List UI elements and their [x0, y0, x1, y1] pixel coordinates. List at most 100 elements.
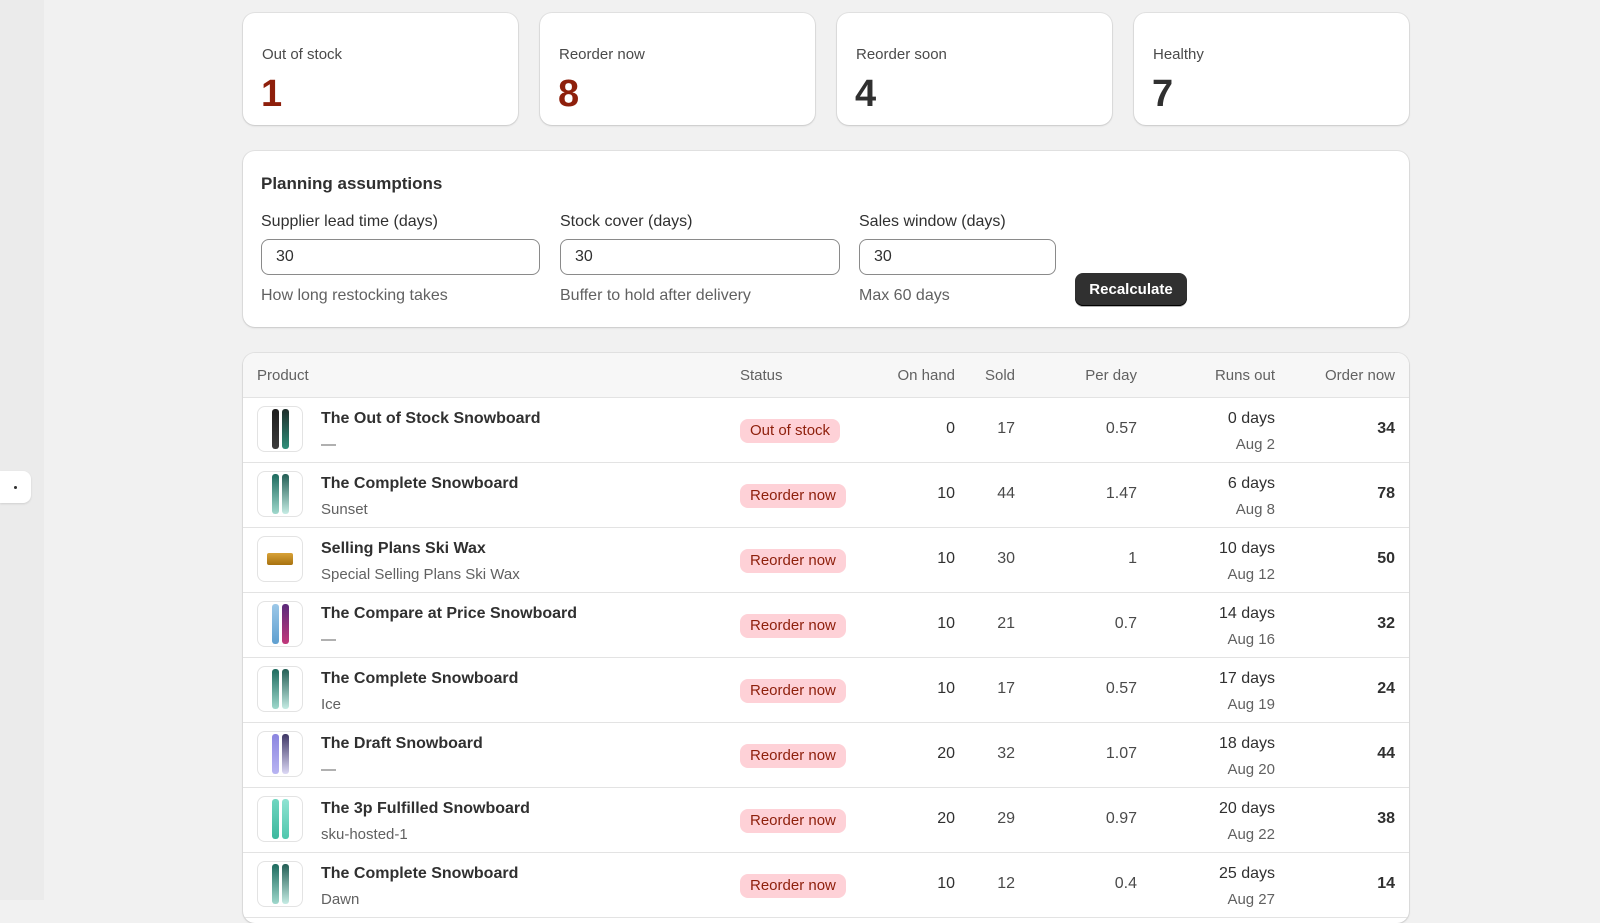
column-header-per-day[interactable]: Per day [1085, 367, 1137, 384]
stat-label: Out of stock [262, 46, 343, 63]
product-thumbnail[interactable] [257, 536, 303, 582]
product-variant: Ice [321, 696, 342, 713]
status-badge: Reorder now [740, 874, 846, 898]
product-name[interactable]: Selling Plans Ski Wax [321, 540, 486, 558]
product-thumbnail[interactable] [257, 796, 303, 842]
sold-value: 21 [997, 615, 1015, 632]
column-header-sold[interactable]: Sold [985, 367, 1015, 384]
product-name[interactable]: The Complete Snowboard [321, 670, 518, 688]
snowboard-image [281, 669, 289, 709]
product-variant: — [321, 761, 336, 778]
per-day-value: 0.57 [1105, 680, 1137, 697]
product-thumbnail[interactable] [257, 731, 303, 777]
table-header: Product Status On hand Sold Per day Runs… [243, 353, 1409, 398]
stat-card-out-of-stock: Out of stock 1 [243, 13, 518, 125]
reorder-table: Product Status On hand Sold Per day Runs… [243, 353, 1409, 923]
dot-icon [14, 485, 17, 489]
runs-out-date: Aug 12 [1227, 566, 1275, 583]
table-row[interactable]: The 3p Fulfilled Snowboard sku-hosted-1 Re… [243, 787, 1409, 853]
runs-out-days: 6 days [1227, 475, 1275, 492]
stat-card-reorder-now: Reorder now 8 [540, 13, 815, 125]
lead-time-input[interactable] [261, 239, 540, 275]
table-row[interactable]: The Complete Snowboard Ice Reorder now 10 17… [243, 657, 1409, 723]
snowboard-image [281, 734, 289, 774]
column-header-order-now[interactable]: Order now [1325, 367, 1395, 384]
product-name[interactable]: The Compare at Price Snowboard [321, 605, 577, 623]
on-hand-value: 0 [946, 420, 955, 437]
product-name[interactable]: The Complete Snowboard [321, 475, 518, 493]
table-row[interactable]: The Compare at Price Snowboard — Reorder n… [243, 592, 1409, 658]
product-thumbnail[interactable] [257, 471, 303, 517]
snowboard-image [271, 409, 279, 449]
column-header-on-hand[interactable]: On hand [897, 367, 955, 384]
sales-window-input[interactable] [859, 239, 1056, 275]
runs-out-days: 10 days [1218, 540, 1275, 557]
ski-wax-image [267, 553, 293, 565]
product-thumbnail[interactable] [257, 861, 303, 907]
runs-out-days: 20 days [1218, 800, 1275, 817]
stock-cover-input[interactable] [560, 239, 840, 275]
stock-cover-label: Stock cover (days) [560, 213, 693, 230]
runs-out-days: 0 days [1227, 410, 1275, 427]
column-header-product[interactable]: Product [257, 367, 309, 384]
order-now-value: 34 [1377, 420, 1395, 437]
runs-out-date: Aug 8 [1235, 501, 1275, 518]
stat-label: Healthy [1153, 46, 1204, 63]
on-hand-value: 20 [937, 745, 955, 762]
product-name[interactable]: The Complete Snowboard [321, 865, 518, 883]
per-day-value: 0.4 [1114, 875, 1137, 892]
runs-out-date: Aug 2 [1235, 436, 1275, 453]
order-now-value: 14 [1377, 875, 1395, 892]
status-badge: Reorder now [740, 809, 846, 833]
product-name[interactable]: The 3p Fulfilled Snowboard [321, 800, 530, 818]
stock-cover-help: Buffer to hold after delivery [560, 287, 751, 304]
sold-value: 29 [997, 810, 1015, 827]
table-row[interactable]: The Complete Snowboard Dawn Reorder now 10 1… [243, 852, 1409, 918]
sold-value: 32 [997, 745, 1015, 762]
per-day-value: 1 [1128, 550, 1137, 567]
product-thumbnail[interactable] [257, 666, 303, 712]
sidebar-toggle-tab[interactable] [0, 471, 31, 503]
table-row[interactable]: The Complete Snowboard Sunset Reorder now 1… [243, 462, 1409, 528]
table-row[interactable]: The Draft Snowboard — Reorder now 20 32 1.07 1… [243, 722, 1409, 788]
sales-window-help: Max 60 days [859, 287, 950, 304]
status-badge: Reorder now [740, 679, 846, 703]
runs-out-days: 17 days [1218, 670, 1275, 687]
order-now-value: 44 [1377, 745, 1395, 762]
snowboard-image [281, 864, 289, 904]
snowboard-image [281, 604, 289, 644]
product-variant: Special Selling Plans Ski Wax [321, 566, 520, 583]
sold-value: 44 [997, 485, 1015, 502]
stat-value: 7 [1152, 73, 1174, 115]
product-thumbnail[interactable] [257, 601, 303, 647]
product-name[interactable]: The Draft Snowboard [321, 735, 483, 753]
status-badge: Reorder now [740, 484, 846, 508]
lead-time-label: Supplier lead time (days) [261, 213, 438, 230]
sold-value: 17 [997, 420, 1015, 437]
on-hand-value: 10 [937, 615, 955, 632]
order-now-value: 50 [1377, 550, 1395, 567]
table-row[interactable]: Selling Plans Ski Wax Special Selling Pla… [243, 527, 1409, 593]
snowboard-image [271, 669, 279, 709]
order-now-value: 78 [1377, 485, 1395, 502]
product-name[interactable]: The Out of Stock Snowboard [321, 410, 541, 428]
snowboard-image [271, 799, 279, 839]
table-row[interactable]: The Out of Stock Snowboard — Out of stock 0… [243, 397, 1409, 463]
runs-out-date: Aug 20 [1227, 761, 1275, 778]
on-hand-value: 10 [937, 680, 955, 697]
per-day-value: 0.7 [1114, 615, 1137, 632]
status-badge: Reorder now [740, 614, 846, 638]
column-header-runs-out[interactable]: Runs out [1215, 367, 1275, 384]
recalculate-button[interactable]: Recalculate [1075, 273, 1187, 306]
runs-out-date: Aug 19 [1227, 696, 1275, 713]
planning-title: Planning assumptions [261, 174, 443, 193]
snowboard-image [271, 864, 279, 904]
order-now-value: 24 [1377, 680, 1395, 697]
per-day-value: 1.47 [1105, 485, 1137, 502]
runs-out-date: Aug 16 [1227, 631, 1275, 648]
order-now-value: 32 [1377, 615, 1395, 632]
column-header-status[interactable]: Status [740, 367, 783, 384]
product-variant: Sunset [321, 501, 368, 518]
product-variant: — [321, 631, 336, 648]
product-thumbnail[interactable] [257, 406, 303, 452]
